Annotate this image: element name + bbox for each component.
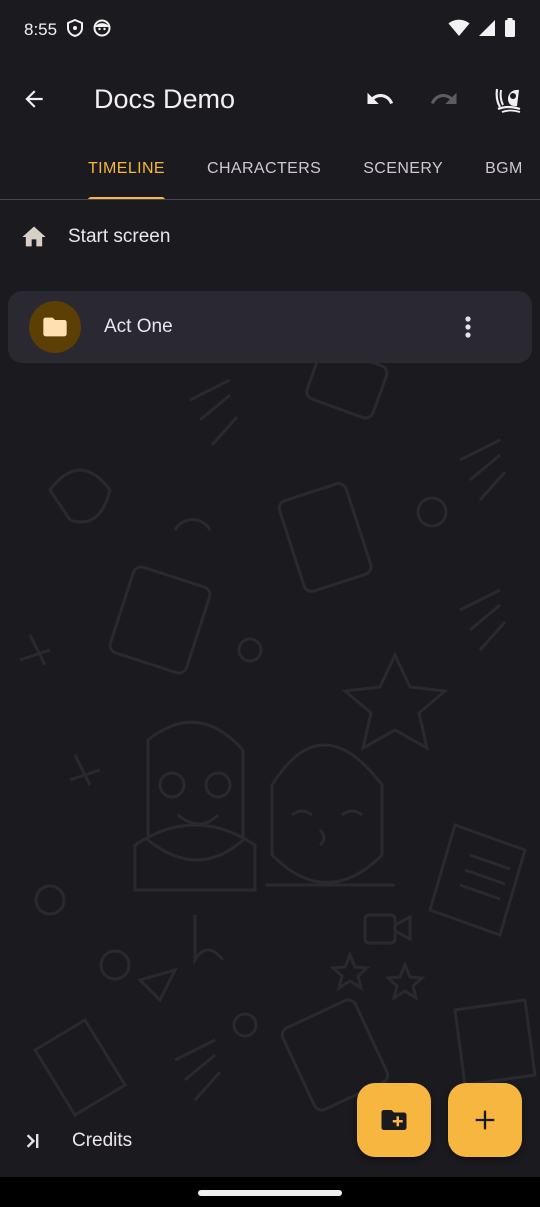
- folder-plus-icon: [379, 1105, 409, 1135]
- page-title: Docs Demo: [94, 83, 236, 114]
- back-arrow-icon[interactable]: [10, 75, 58, 123]
- system-nav-bar: [0, 1177, 540, 1207]
- add-item-button[interactable]: [448, 1083, 522, 1157]
- credits-label: Credits: [72, 1130, 133, 1151]
- list-item[interactable]: Act One: [8, 291, 532, 363]
- app-logo-icon[interactable]: [484, 75, 532, 123]
- signal-icon: [478, 19, 496, 42]
- tab-bar: TIMELINE CHARACTERS SCENERY BGM: [0, 138, 540, 200]
- start-screen-label: Start screen: [68, 226, 171, 247]
- home-gesture-handle[interactable]: [198, 1190, 342, 1196]
- start-screen-row[interactable]: Start screen: [0, 210, 540, 264]
- app-bar: Docs Demo: [0, 60, 540, 138]
- tab-scenery[interactable]: SCENERY: [342, 138, 464, 199]
- credits-row[interactable]: Credits: [0, 1114, 360, 1168]
- tab-characters[interactable]: CHARACTERS: [186, 138, 342, 199]
- wifi-icon: [448, 19, 470, 42]
- redo-icon[interactable]: [420, 75, 468, 123]
- background-pattern: [19, 360, 537, 1118]
- more-vert-icon[interactable]: [446, 305, 490, 349]
- home-icon: [20, 223, 48, 251]
- add-folder-button[interactable]: [357, 1083, 431, 1157]
- status-time: 8:55: [24, 20, 58, 39]
- folder-icon: [29, 301, 81, 353]
- plus-icon: [471, 1106, 499, 1134]
- status-bar: 8:55: [0, 0, 540, 60]
- tab-timeline[interactable]: TIMELINE: [67, 138, 186, 199]
- list-item-label: Act One: [104, 316, 173, 337]
- battery-icon: [504, 17, 516, 43]
- tab-bgm[interactable]: BGM: [464, 138, 540, 199]
- skip-end-icon: [22, 1129, 46, 1153]
- face-icon: [93, 19, 111, 42]
- undo-icon[interactable]: [356, 75, 404, 123]
- shield-icon: [67, 18, 84, 42]
